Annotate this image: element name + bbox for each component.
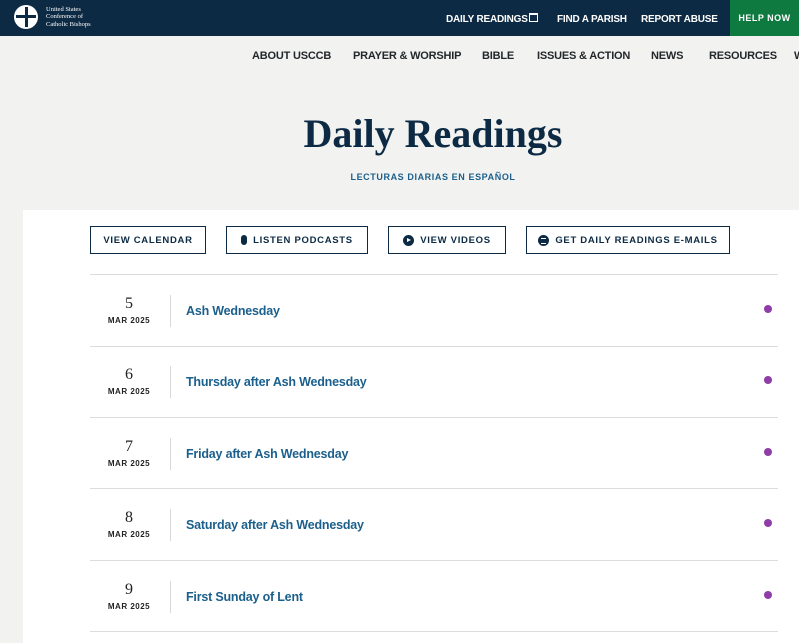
play-icon <box>403 234 415 246</box>
reading-title-link[interactable]: Ash Wednesday <box>186 304 280 318</box>
listen-podcasts-label: LISTEN PODCASTS <box>253 234 353 246</box>
nav-prayer-worship[interactable]: PRAYER & WORSHIP <box>353 50 461 62</box>
reading-row[interactable]: 9 MAR 2025 First Sunday of Lent <box>90 561 778 632</box>
nav-more[interactable]: W <box>794 50 799 62</box>
get-emails-label: GET DAILY READINGS E-MAILS <box>555 234 718 246</box>
liturgical-color-dot <box>764 591 772 599</box>
get-emails-button[interactable]: GET DAILY READINGS E-MAILS <box>526 226 730 254</box>
listen-podcasts-button[interactable]: LISTEN PODCASTS <box>226 226 368 254</box>
row-separator <box>170 438 171 470</box>
report-abuse-link[interactable]: REPORT ABUSE <box>641 14 718 25</box>
reading-month: MAR 2025 <box>107 387 151 396</box>
divider <box>90 631 778 632</box>
nav-issues-action[interactable]: ISSUES & ACTION <box>537 50 630 62</box>
calendar-icon[interactable] <box>529 13 538 22</box>
usccb-logo[interactable]: United States Conference of Catholic Bis… <box>14 5 106 29</box>
nav-resources[interactable]: RESOURCES <box>709 50 777 62</box>
reading-row[interactable]: 7 MAR 2025 Friday after Ash Wednesday <box>90 418 778 489</box>
microphone-icon <box>241 235 248 245</box>
reading-month: MAR 2025 <box>107 459 151 468</box>
reading-day: 8 <box>125 509 133 526</box>
view-calendar-button[interactable]: VIEW CALENDAR <box>90 226 206 254</box>
liturgical-color-dot <box>764 448 772 456</box>
reading-row[interactable]: 6 MAR 2025 Thursday after Ash Wednesday <box>90 346 778 417</box>
cross-logo-icon <box>14 5 38 29</box>
spanish-readings-link[interactable]: LECTURAS DIARIAS EN ESPAÑOL <box>0 172 799 182</box>
reading-month: MAR 2025 <box>107 530 151 539</box>
reading-month: MAR 2025 <box>107 602 151 611</box>
top-bar: United States Conference of Catholic Bis… <box>0 0 799 36</box>
reading-day: 7 <box>125 438 133 455</box>
page-title: Daily Readings <box>303 111 563 156</box>
reading-row[interactable]: 5 MAR 2025 Ash Wednesday <box>90 275 778 346</box>
reading-title-link[interactable]: First Sunday of Lent <box>186 590 303 604</box>
nav-news[interactable]: NEWS <box>651 50 683 62</box>
view-videos-button[interactable]: VIEW VIDEOS <box>388 226 506 254</box>
row-separator <box>170 295 171 327</box>
nav-about-usccb[interactable]: ABOUT USCCB <box>252 50 331 62</box>
readings-panel: VIEW CALENDAR LISTEN PODCASTS VIEW VIDEO… <box>23 210 799 643</box>
row-separator <box>170 366 171 398</box>
reading-day: 6 <box>125 366 133 383</box>
reading-title-link[interactable]: Friday after Ash Wednesday <box>186 447 348 461</box>
daily-readings-link[interactable]: DAILY READINGS <box>446 14 528 25</box>
liturgical-color-dot <box>764 305 772 313</box>
reading-row[interactable]: 8 MAR 2025 Saturday after Ash Wednesday <box>90 489 778 560</box>
find-a-parish-link[interactable]: FIND A PARISH <box>557 14 627 25</box>
view-videos-label: VIEW VIDEOS <box>420 234 491 246</box>
row-separator <box>170 509 171 541</box>
liturgical-color-dot <box>764 376 772 384</box>
liturgical-color-dot <box>764 519 772 527</box>
reading-day: 5 <box>125 295 133 312</box>
reading-month: MAR 2025 <box>107 316 151 325</box>
nav-bible[interactable]: BIBLE <box>482 50 514 62</box>
row-separator <box>170 581 171 613</box>
help-now-button[interactable]: HELP NOW <box>730 0 799 36</box>
reading-title-link[interactable]: Thursday after Ash Wednesday <box>186 375 367 389</box>
reading-title-link[interactable]: Saturday after Ash Wednesday <box>186 518 364 532</box>
logo-text: United States Conference of Catholic Bis… <box>46 5 91 28</box>
reading-day: 9 <box>125 581 133 598</box>
email-icon <box>538 234 550 246</box>
view-calendar-label: VIEW CALENDAR <box>103 234 193 246</box>
